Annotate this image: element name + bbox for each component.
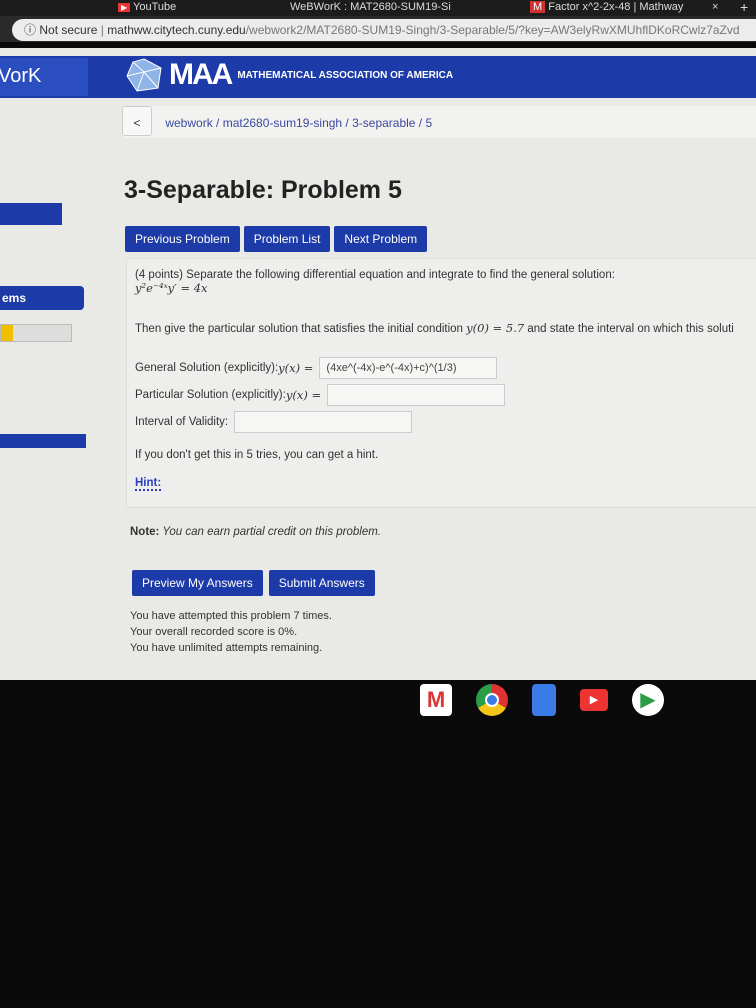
- particular-solution-input[interactable]: [327, 384, 506, 406]
- differential-equation: y²e⁻⁴ˣy′ = 4x: [135, 281, 208, 295]
- tab-webwork[interactable]: WeBWorK : MAT2680-SUM19-Si: [290, 0, 451, 16]
- webwork-page: VorK MAA MATHEMATICAL ASSOCIATION OF AMER…: [0, 48, 756, 680]
- tab-youtube[interactable]: ▶ YouTube: [118, 0, 176, 16]
- chrome-icon[interactable]: [476, 684, 508, 716]
- gmail-icon[interactable]: M: [420, 684, 452, 716]
- general-solution-label: General Solution (explicitly):: [135, 362, 279, 374]
- docs-icon[interactable]: [532, 684, 556, 716]
- general-solution-input[interactable]: (4xe^(-4x)-e^(-4x)+c)^(1/3): [319, 357, 498, 379]
- webwork-brand[interactable]: VorK: [0, 58, 88, 96]
- maa-logo: MAA MATHEMATICAL ASSOCIATION OF AMERICA: [125, 58, 453, 92]
- previous-problem-button[interactable]: Previous Problem: [125, 226, 240, 252]
- close-tab-icon[interactable]: ×: [712, 0, 718, 16]
- attempt-status: You have attempted this problem 7 times.…: [130, 610, 332, 654]
- problem-list-button[interactable]: Problem List: [243, 226, 331, 252]
- progress-bar: [0, 324, 72, 342]
- breadcrumb-path[interactable]: webwork / mat2680-sum19-singh / 3-separa…: [165, 116, 432, 130]
- site-header: VorK MAA MATHEMATICAL ASSOCIATION OF AMER…: [0, 56, 756, 98]
- back-button[interactable]: <: [122, 106, 152, 136]
- sidebar-item[interactable]: [0, 203, 62, 225]
- mathway-icon: M: [530, 1, 546, 13]
- browser-tab-strip: ▶ YouTube WeBWorK : MAT2680-SUM19-Si M F…: [0, 0, 756, 16]
- interval-label: Interval of Validity:: [135, 416, 229, 428]
- hint-link[interactable]: Hint:: [135, 477, 162, 491]
- new-tab-button[interactable]: +: [740, 0, 748, 16]
- url-path: /webwork2/MAT2680-SUM19-Singh/3-Separabl…: [245, 23, 740, 37]
- youtube-tab-icon: ▶: [118, 3, 131, 12]
- next-problem-button[interactable]: Next Problem: [334, 226, 428, 252]
- particular-solution-label: Particular Solution (explicitly):: [135, 389, 286, 401]
- sidebar-item[interactable]: [0, 434, 86, 448]
- info-icon: ⓘ: [24, 23, 37, 37]
- submit-answers-button[interactable]: Submit Answers: [268, 570, 375, 596]
- page-title: 3-Separable: Problem 5: [124, 176, 402, 204]
- preview-answers-button[interactable]: Preview My Answers: [132, 570, 263, 596]
- particular-instructions: Then give the particular solution that s…: [135, 321, 734, 335]
- maa-icosahedron-icon: [126, 58, 162, 92]
- hint-text: If you don't get this in 5 tries, you ca…: [135, 449, 379, 461]
- interval-input[interactable]: [234, 411, 413, 433]
- security-label: Not secure: [39, 23, 98, 37]
- note: Note: You can earn partial credit on thi…: [130, 526, 382, 538]
- breadcrumb: < webwork / mat2680-sum19-singh / 3-sepa…: [122, 106, 756, 138]
- url-host: mathww.citytech.cuny.edu: [107, 23, 246, 37]
- taskbar: M ▶ ▶: [420, 684, 664, 716]
- sidebar-item-problems[interactable]: ems: [0, 286, 84, 310]
- tab-label: YouTube: [133, 1, 177, 13]
- play-store-icon[interactable]: ▶: [632, 684, 664, 716]
- url-input[interactable]: ⓘ Not secure | mathww.citytech.cuny.edu/…: [12, 19, 756, 41]
- youtube-icon[interactable]: ▶: [580, 689, 608, 711]
- tab-label: Factor x^2-2x-48 | Mathway: [548, 1, 684, 13]
- tab-mathway[interactable]: M Factor x^2-2x-48 | Mathway: [530, 0, 683, 16]
- address-bar: ⓘ Not secure | mathww.citytech.cuny.edu/…: [0, 16, 756, 42]
- problem-intro: (4 points) Separate the following differ…: [135, 269, 615, 281]
- problem-body: (4 points) Separate the following differ…: [126, 258, 756, 508]
